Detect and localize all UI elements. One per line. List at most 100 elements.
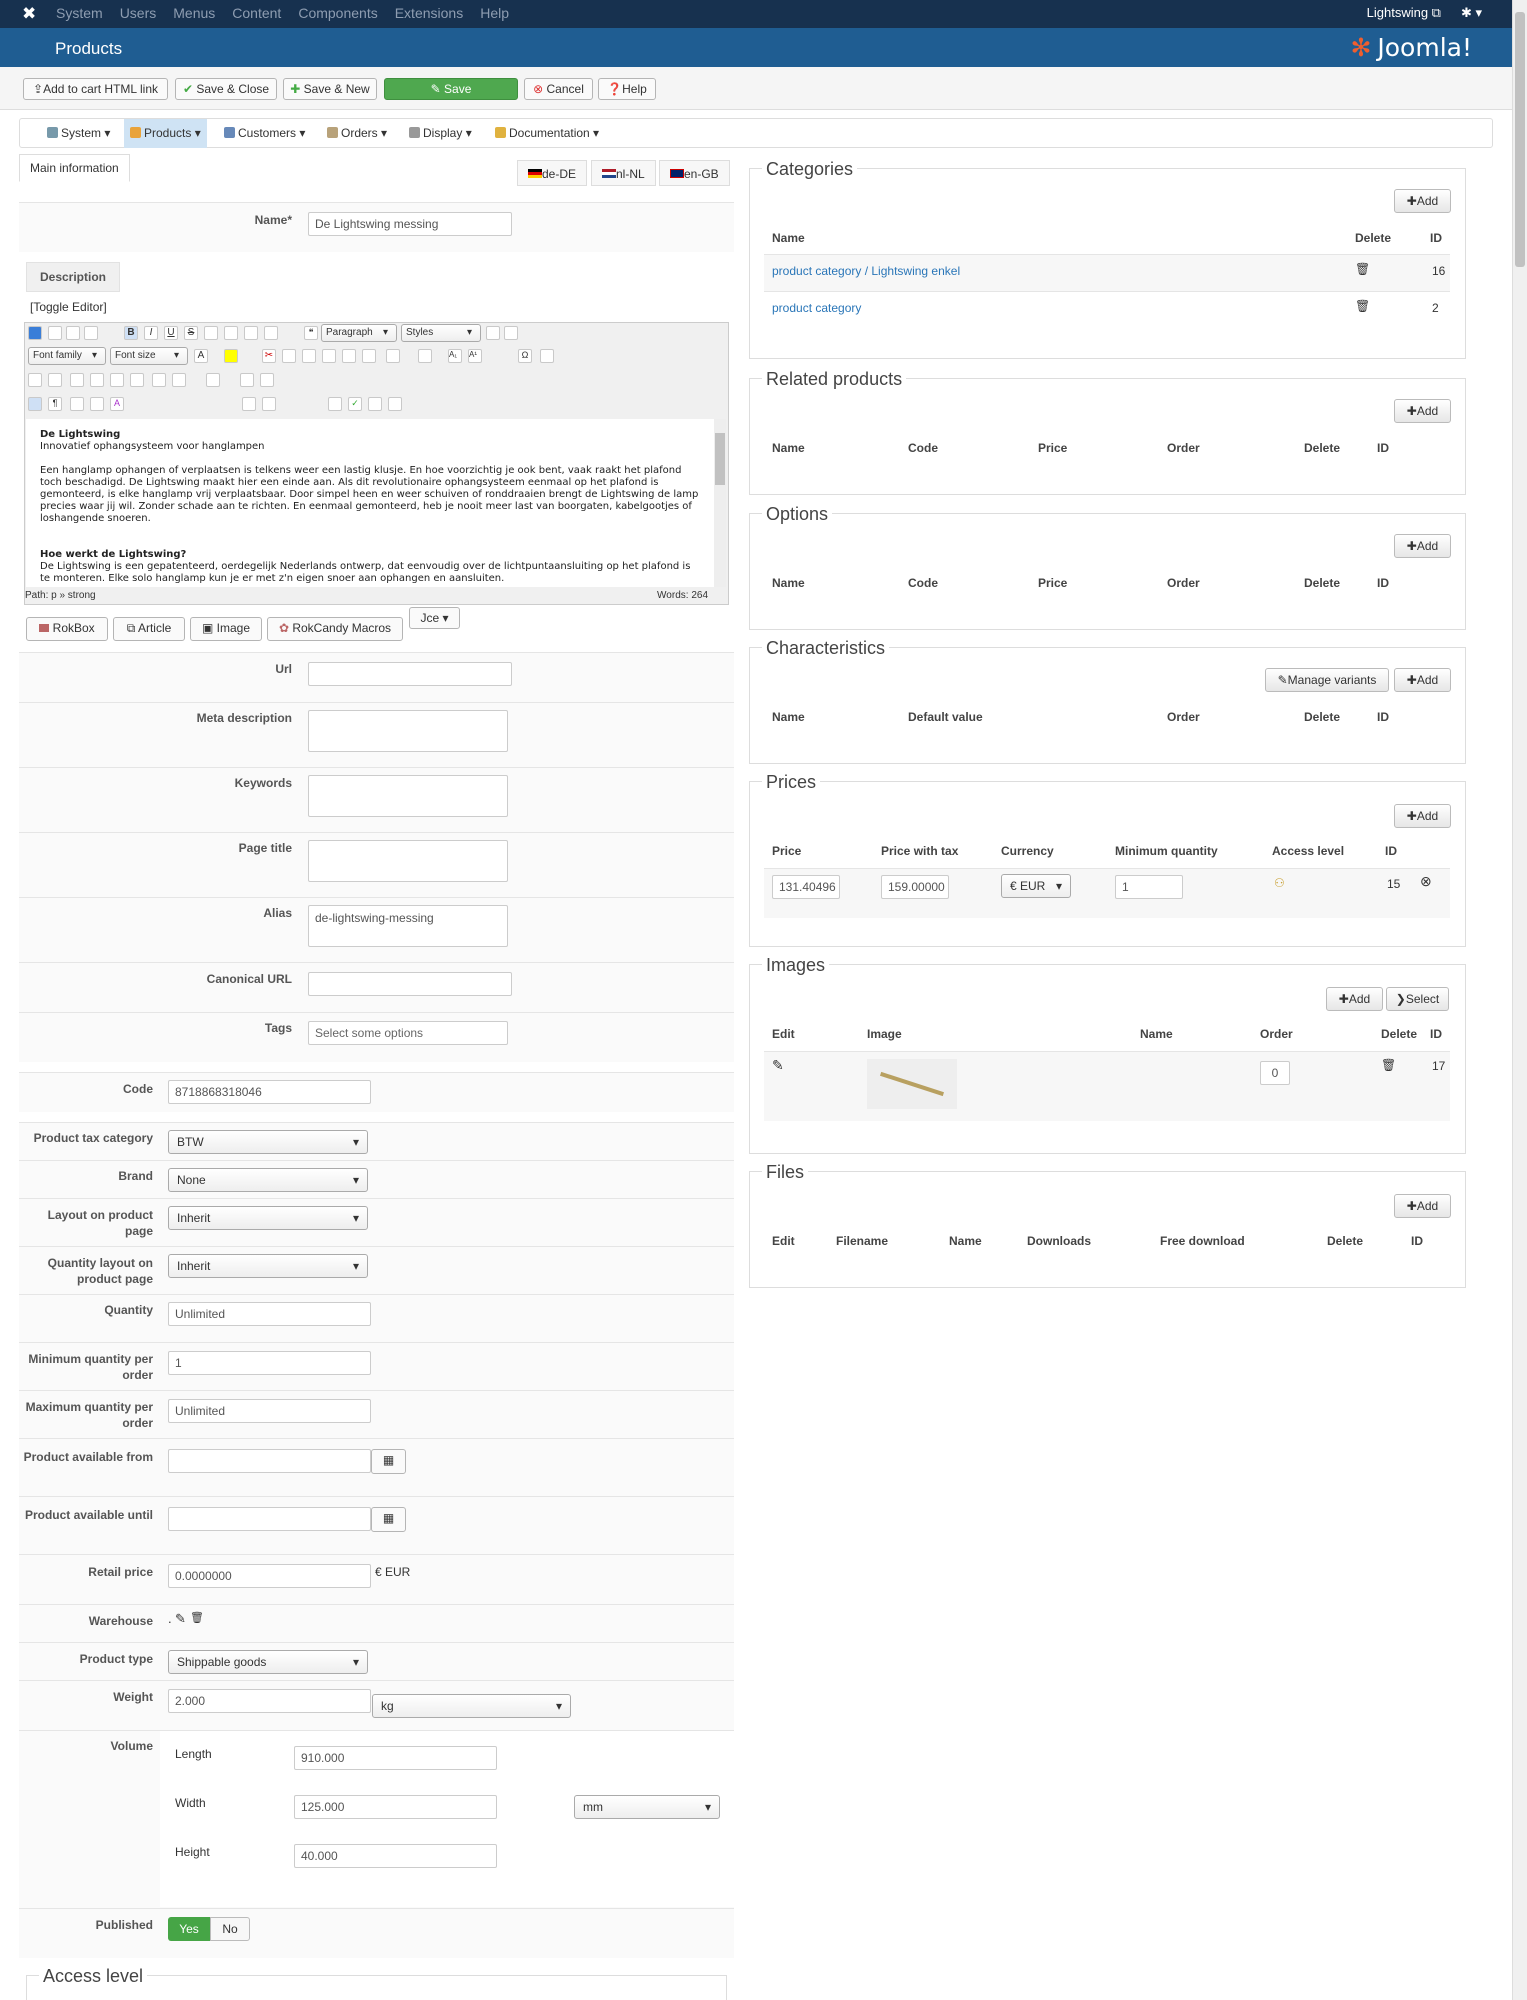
brand-select[interactable]: None xyxy=(168,1168,368,1192)
align-right-icon[interactable] xyxy=(264,326,278,340)
new-document-icon[interactable] xyxy=(48,326,62,340)
template-icon[interactable] xyxy=(70,397,84,411)
visual-aid-icon[interactable] xyxy=(28,397,42,411)
min-quantity-input[interactable]: 1 xyxy=(168,1351,371,1375)
indent-icon[interactable] xyxy=(342,349,356,363)
font-family-select[interactable]: Font family xyxy=(28,347,106,365)
trash-icon[interactable]: 🗑 xyxy=(1355,299,1370,313)
menu-components[interactable]: Components xyxy=(298,5,377,21)
editor-scrollbar[interactable] xyxy=(714,419,726,587)
manage-variants-button[interactable]: ✎Manage variants xyxy=(1265,668,1389,692)
fullscreen-icon[interactable] xyxy=(70,373,84,387)
search-icon[interactable] xyxy=(152,373,166,387)
max-quantity-input[interactable]: Unlimited xyxy=(168,1399,371,1423)
subscript-icon[interactable]: A₁ xyxy=(448,349,462,363)
editor-content[interactable]: De Lightswing Innovatief ophangsysteem v… xyxy=(26,419,716,587)
text-color-icon[interactable]: A xyxy=(194,349,208,363)
product-thumbnail[interactable] xyxy=(867,1059,957,1109)
paragraph-ltr-icon[interactable] xyxy=(28,373,42,387)
published-yes-button[interactable]: Yes xyxy=(168,1917,210,1941)
align-left-icon[interactable] xyxy=(244,326,258,340)
print-icon[interactable] xyxy=(110,373,124,387)
styles-select[interactable]: Styles xyxy=(401,324,481,342)
redo-icon[interactable] xyxy=(84,326,98,340)
submenu-products[interactable]: Products ▾ xyxy=(124,119,207,148)
add-to-cart-html-button[interactable]: ⇪Add to cart HTML link xyxy=(23,78,168,100)
jce-dropdown[interactable]: Jce ▾ xyxy=(409,607,460,629)
calendar-icon[interactable]: ▦ xyxy=(371,1507,406,1532)
article-break-icon[interactable] xyxy=(368,397,382,411)
align-center-icon[interactable] xyxy=(224,326,238,340)
save-button[interactable]: ✎ Save xyxy=(384,78,518,100)
category-link-2[interactable]: product category xyxy=(772,301,861,315)
url-input[interactable] xyxy=(308,662,512,686)
underline-icon[interactable]: U xyxy=(164,326,178,340)
format-select[interactable]: Paragraph xyxy=(321,324,397,342)
length-input[interactable]: 910.000 xyxy=(294,1746,497,1770)
table-column-icon[interactable] xyxy=(260,373,274,387)
submenu-orders[interactable]: Orders ▾ xyxy=(321,119,393,148)
price-with-tax-input[interactable]: 159.00000 xyxy=(881,875,949,899)
special-char-icon[interactable]: Ω xyxy=(518,349,532,363)
available-from-input[interactable] xyxy=(168,1449,371,1473)
width-input[interactable]: 125.000 xyxy=(294,1795,497,1819)
pencil-icon[interactable]: ✎ xyxy=(772,1057,784,1074)
categories-add-button[interactable]: ✚Add xyxy=(1394,189,1451,213)
quantity-input[interactable]: Unlimited xyxy=(168,1302,371,1326)
gear-icon[interactable]: ✱ ▾ xyxy=(1461,5,1482,21)
menu-users[interactable]: Users xyxy=(120,5,157,21)
cut-icon[interactable]: ✂ xyxy=(262,349,276,363)
access-level-icon[interactable]: ⚇ xyxy=(1274,876,1285,890)
printer-icon[interactable] xyxy=(130,373,144,387)
image-order-input[interactable]: 0 xyxy=(1260,1061,1290,1085)
tax-select[interactable]: BTW xyxy=(168,1130,368,1154)
tab-lang-en[interactable]: en-GB xyxy=(659,160,730,186)
characteristics-add-button[interactable]: ✚Add xyxy=(1394,668,1451,692)
table-row-icon[interactable] xyxy=(240,373,254,387)
prices-add-button[interactable]: ✚Add xyxy=(1394,804,1451,828)
paste-icon[interactable] xyxy=(302,349,316,363)
form-icon[interactable] xyxy=(90,397,104,411)
description-tab[interactable]: Description xyxy=(26,262,120,292)
cancel-button[interactable]: ⊗ Cancel xyxy=(524,78,593,100)
help-button[interactable]: ❓Help xyxy=(598,78,656,100)
link-icon[interactable] xyxy=(262,397,276,411)
undo-icon[interactable] xyxy=(66,326,80,340)
page-scrollbar[interactable] xyxy=(1512,0,1527,2000)
keywords-textarea[interactable] xyxy=(308,775,508,817)
joomla-logo-icon[interactable]: ✖ xyxy=(22,4,36,24)
minimum-quantity-input[interactable]: 1 xyxy=(1115,875,1183,899)
menu-system[interactable]: System xyxy=(56,5,103,21)
category-link-1[interactable]: product category / Lightswing enkel xyxy=(772,264,960,278)
numbered-list-icon[interactable] xyxy=(386,349,400,363)
height-input[interactable]: 40.000 xyxy=(294,1844,497,1868)
submenu-system[interactable]: System ▾ xyxy=(41,119,116,148)
tab-lang-de[interactable]: de-DE xyxy=(517,160,588,186)
name-input[interactable]: De Lightswing messing xyxy=(308,212,512,236)
preview-icon[interactable] xyxy=(90,373,104,387)
blockquote-icon[interactable]: ❝ xyxy=(304,326,318,340)
images-add-button[interactable]: ✚Add xyxy=(1326,987,1383,1011)
tab-main-information[interactable]: Main information xyxy=(19,154,130,182)
calendar-icon[interactable]: ▦ xyxy=(371,1449,406,1474)
pencil-icon[interactable]: ✎ xyxy=(175,1611,186,1627)
style-props-icon[interactable]: A xyxy=(110,397,124,411)
canonical-input[interactable] xyxy=(308,972,512,996)
submenu-display[interactable]: Display ▾ xyxy=(403,119,478,148)
toggle-editor-link[interactable]: [Toggle Editor] xyxy=(30,300,107,314)
image-manager-icon[interactable] xyxy=(242,397,256,411)
product-type-select[interactable]: Shippable goods xyxy=(168,1650,368,1674)
superscript-icon[interactable]: A¹ xyxy=(468,349,482,363)
menu-menus[interactable]: Menus xyxy=(173,5,215,21)
tags-select[interactable]: Select some options xyxy=(308,1021,508,1045)
clear-format-icon[interactable] xyxy=(486,326,500,340)
files-add-button[interactable]: ✚Add xyxy=(1394,1194,1451,1218)
submenu-documentation[interactable]: Documentation ▾ xyxy=(489,119,605,148)
copy-icon[interactable] xyxy=(282,349,296,363)
italic-icon[interactable]: I xyxy=(144,326,158,340)
available-until-input[interactable] xyxy=(168,1507,371,1531)
code-input[interactable]: 8718868318046 xyxy=(168,1080,371,1104)
site-link[interactable]: Lightswing ⧉ xyxy=(1367,5,1441,21)
readmore-icon[interactable] xyxy=(388,397,402,411)
alias-textarea[interactable]: de-lightswing-messing xyxy=(308,905,508,947)
